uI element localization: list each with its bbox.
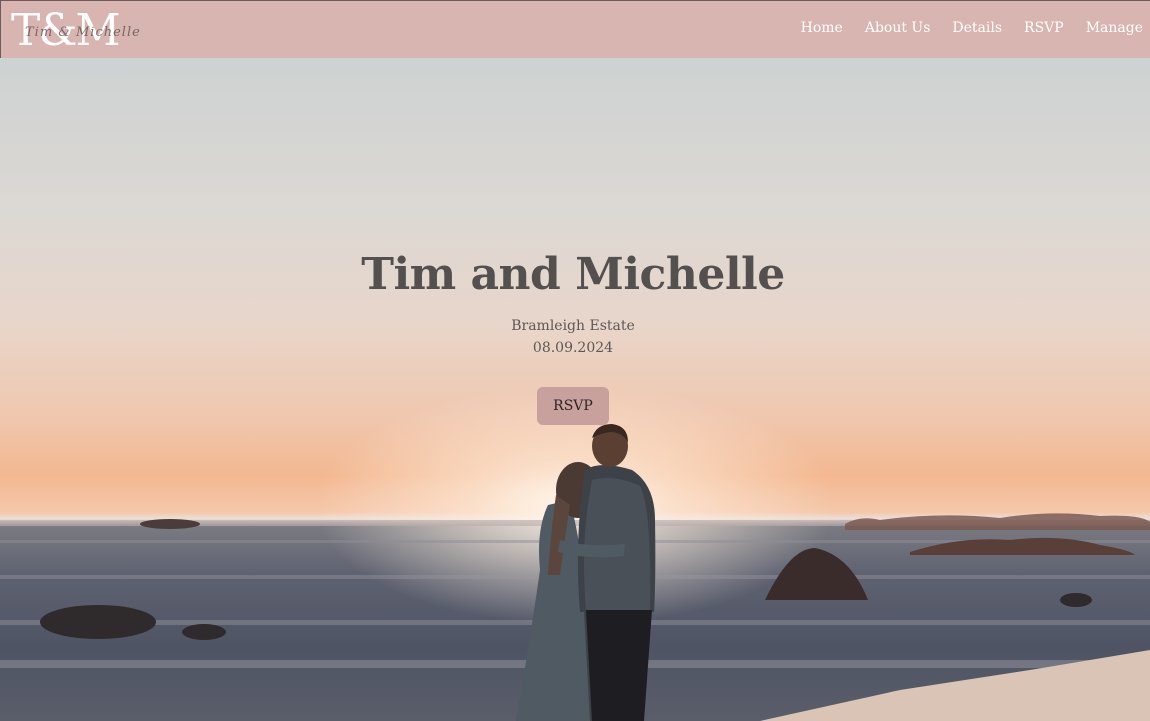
top-navbar: T&M Tim & Michelle Home About Us Details… [0,0,1150,58]
nav-link-about-us[interactable]: About Us [865,20,931,36]
nav-links: Home About Us Details RSVP Manage [779,20,1143,36]
hero-content: Tim and Michelle Bramleigh Estate 08.09.… [0,248,1146,425]
couple-title: Tim and Michelle [361,249,785,300]
nav-link-details[interactable]: Details [952,20,1002,36]
nav-link-home[interactable]: Home [801,20,843,36]
nav-link-rsvp[interactable]: RSVP [1024,20,1064,36]
venue-name: Bramleigh Estate [511,318,635,334]
logo-signature: Tim & Michelle [25,25,141,40]
rsvp-button[interactable]: RSVP [537,387,609,425]
wedding-date: 08.09.2024 [532,340,614,356]
nav-link-manage[interactable]: Manage [1086,20,1143,36]
wedding-landing-page: T&M Tim & Michelle Home About Us Details… [0,0,1150,721]
